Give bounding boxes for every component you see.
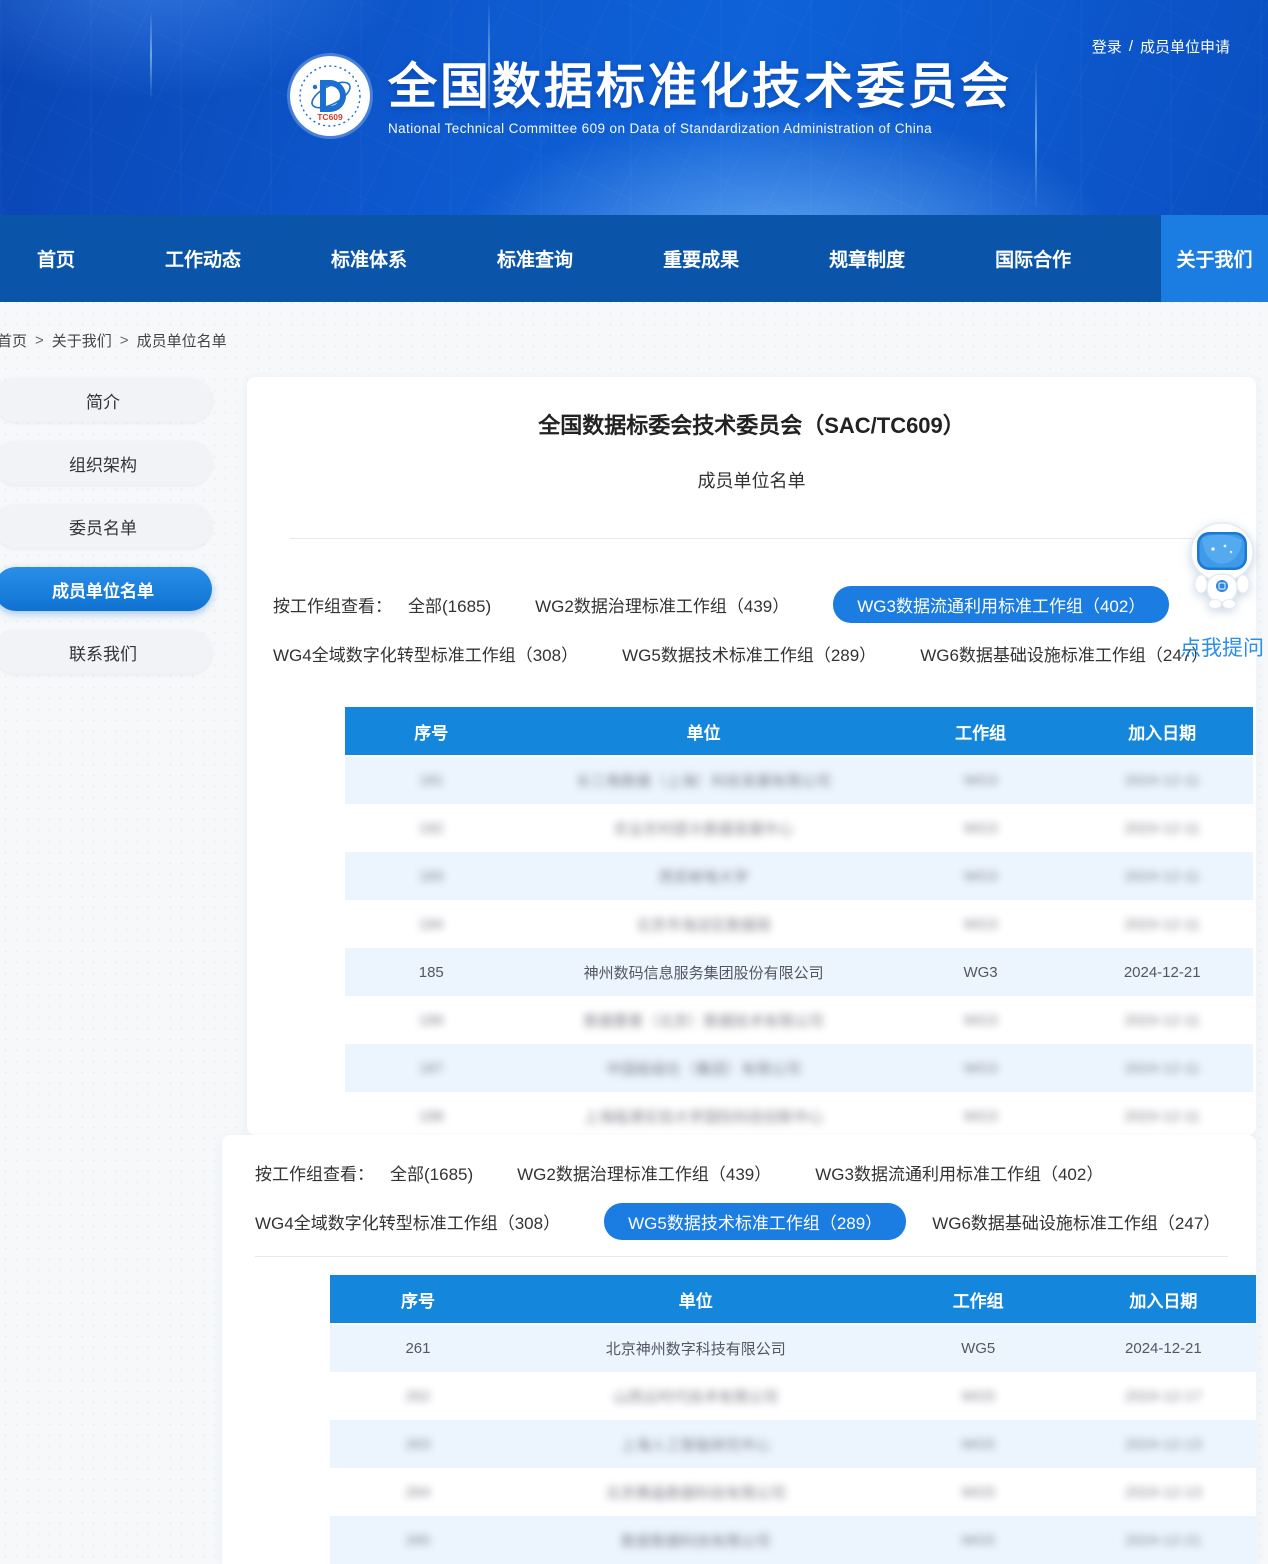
col-seq: 序号 [345,707,518,756]
member-table-wg3: 序号 单位 工作组 加入日期 181 长三角数据（上海）科技发展有限公司 WG3… [345,707,1253,1140]
nav-item-international[interactable]: 国际合作 [995,215,1071,302]
page-subtitle: 成员单位名单 [247,467,1256,493]
col-date: 加入日期 [1071,707,1253,756]
member-apply-link[interactable]: 成员单位申请 [1140,36,1230,57]
filter-option-wg6[interactable]: WG6数据基础设施标准工作组（247） [932,1204,1220,1239]
site-title: 全国数据标准化技术委员会 [388,56,1012,118]
nav-item-about-us[interactable]: 关于我们 [1161,215,1268,302]
sidebar: 简介 组织架构 委员名单 成员单位名单 联系我们 [0,378,222,693]
filter-label: 按工作组查看： [273,592,392,617]
member-list-card-2: 按工作组查看： 全部(1685) WG2数据治理标准工作组（439） WG3数据… [222,1135,1256,1564]
breadcrumb: 首页 > 关于我们 > 成员单位名单 [0,302,1268,351]
filter-divider [255,1256,1228,1257]
breadcrumb-separator: > [120,332,129,349]
filter-option-all[interactable]: 全部(1685) [408,587,491,622]
filter-option-wg4[interactable]: WG4全域数字化转型标准工作组（308） [255,1204,560,1239]
table-row: 184 北京市海淀区数据局 WG3 2024-12-11 [345,900,1253,948]
nav-item-achievements[interactable]: 重要成果 [663,215,739,302]
table-row: 262 山西云时代技术有限公司 WG5 2024-12-17 [330,1372,1256,1420]
ask-me-label[interactable]: 点我提问 [1176,632,1268,662]
chat-assistant[interactable]: 点我提问 [1176,522,1268,662]
brand-text: 全国数据标准化技术委员会 National Technical Committe… [388,56,1012,136]
tc609-logo-icon: TC609 [290,56,370,136]
nav-item-home[interactable]: 首页 [37,215,75,302]
table-row: 265 数度数据科技有限公司 WG5 2024-12-21 [330,1516,1256,1564]
member-table-wg5: 序号 单位 工作组 加入日期 261 北京神州数字科技有限公司 WG5 2024… [330,1275,1256,1564]
sidebar-item-committee-list[interactable]: 委员名单 [0,504,212,548]
table-header-row: 序号 单位 工作组 加入日期 [345,707,1253,756]
table-row-highlight-261: 261 北京神州数字科技有限公司 WG5 2024-12-21 [330,1324,1256,1372]
breadcrumb-home[interactable]: 首页 [0,330,27,351]
workgroup-filter-1: 按工作组查看： 全部(1685) WG2数据治理标准工作组（439） WG3数据… [247,586,1256,671]
login-divider: / [1129,38,1133,55]
nav-item-work-news[interactable]: 工作动态 [165,215,241,302]
table-row: 186 数据要素（北京）数据技术有限公司 WG3 2024-12-11 [345,996,1253,1044]
filter-option-all[interactable]: 全部(1685) [390,1155,473,1190]
filter-option-wg4[interactable]: WG4全域数字化转型标准工作组（308） [273,636,578,671]
col-unit: 单位 [518,707,890,756]
login-link[interactable]: 登录 [1092,36,1122,57]
breadcrumb-separator: > [35,332,44,349]
filter-option-wg5[interactable]: WG5数据技术标准工作组（289） [622,636,876,671]
sidebar-item-org-structure[interactable]: 组织架构 [0,441,212,485]
col-unit: 单位 [506,1275,886,1324]
breadcrumb-about[interactable]: 关于我们 [52,330,112,351]
filter-option-wg2[interactable]: WG2数据治理标准工作组（439） [535,587,789,622]
header-light-streak [1035,60,1037,210]
header-account-links: 登录 / 成员单位申请 [1092,36,1230,57]
title-divider [290,538,1250,539]
sidebar-item-contact[interactable]: 联系我们 [0,630,212,674]
table-row: 181 长三角数据（上海）科技发展有限公司 WG3 2024-12-11 [345,756,1253,804]
filter-label: 按工作组查看： [255,1160,374,1185]
sidebar-item-member-units[interactable]: 成员单位名单 [0,567,212,611]
filter-option-wg3-selected[interactable]: WG3数据流通利用标准工作组（402） [833,586,1169,623]
filter-option-wg6[interactable]: WG6数据基础设施标准工作组（247） [920,636,1208,671]
logo-badge-text: TC609 [317,112,343,122]
member-list-card: 全国数据标委会技术委员会（SAC/TC609） 成员单位名单 按工作组查看： 全… [247,377,1256,1135]
table-row: 188 上海临港实验大学国际科技创新中心 WG3 2024-12-11 [345,1092,1253,1140]
main-nav: 首页 工作动态 标准体系 标准查询 重要成果 规章制度 国际合作 关于我们 [0,215,1268,302]
table-header-row: 序号 单位 工作组 加入日期 [330,1275,1256,1324]
nav-item-standard-query[interactable]: 标准查询 [497,215,573,302]
sidebar-item-intro[interactable]: 简介 [0,378,212,422]
site-subtitle-en: National Technical Committee 609 on Data… [388,121,1012,136]
breadcrumb-member-list[interactable]: 成员单位名单 [137,330,227,351]
col-date: 加入日期 [1071,1275,1256,1324]
filter-option-wg3[interactable]: WG3数据流通利用标准工作组（402） [815,1155,1103,1190]
header-light-streak [150,10,152,100]
table-row: 183 西安邮电大学 WG3 2024-12-11 [345,852,1253,900]
workgroup-filter-2: 按工作组查看： 全部(1685) WG2数据治理标准工作组（439） WG3数据… [222,1135,1256,1240]
site-header: 登录 / 成员单位申请 TC609 全国数据标准化技术委员会 National … [0,0,1268,215]
filter-option-wg2[interactable]: WG2数据治理标准工作组（439） [517,1155,771,1190]
col-group: 工作组 [886,1275,1071,1324]
nav-item-regulations[interactable]: 规章制度 [829,215,905,302]
table-row: 264 北京赛晶数据科技有限公司 WG5 2024-12-13 [330,1468,1256,1516]
table-row-highlight-185: 185 神州数码信息服务集团股份有限公司 WG3 2024-12-21 [345,948,1253,996]
filter-option-wg5-selected[interactable]: WG5数据技术标准工作组（289） [604,1203,906,1240]
robot-mascot-icon [1185,522,1259,610]
nav-item-standard-system[interactable]: 标准体系 [331,215,407,302]
brand: TC609 全国数据标准化技术委员会 National Technical Co… [290,56,1012,136]
table-row: 182 农业农村部大数据发展中心 WG3 2024-12-11 [345,804,1253,852]
page-title: 全国数据标委会技术委员会（SAC/TC609） [247,377,1256,440]
table-row: 187 中国船级社（集团）有限公司 WG3 2024-12-11 [345,1044,1253,1092]
col-group: 工作组 [890,707,1072,756]
table-row: 263 上海人工智能研究中心 WG5 2024-12-13 [330,1420,1256,1468]
col-seq: 序号 [330,1275,506,1324]
